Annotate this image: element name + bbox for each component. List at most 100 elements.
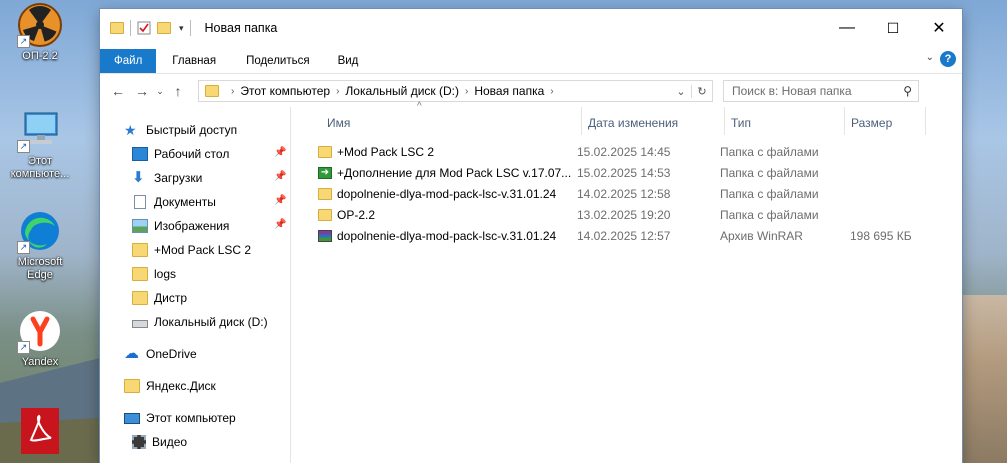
nav-item-pictures[interactable]: Изображения: [132, 215, 229, 237]
file-type: Архив WinRAR: [720, 229, 803, 243]
nav-item-mod-pack[interactable]: +Mod Pack LSC 2: [132, 239, 251, 261]
table-row[interactable]: dopolnenie-dlya-mod-pack-lsc-v.31.01.24 …: [310, 226, 912, 247]
tab-view[interactable]: Вид: [324, 49, 373, 73]
explorer-body: ★ Быстрый доступ Рабочий стол 📌 ⬇ Загруз…: [100, 101, 962, 463]
folder-icon: [132, 243, 148, 257]
ribbon-expand-icon[interactable]: ⌄: [926, 52, 934, 63]
chevron-right-icon[interactable]: ›: [465, 86, 468, 97]
close-button[interactable]: ✕: [916, 9, 962, 47]
nav-item-video[interactable]: Видео: [132, 431, 187, 453]
search-icon[interactable]: ⚲: [903, 84, 912, 98]
nav-item-label: Локальный диск (D:): [154, 315, 268, 329]
nav-item-quick-access[interactable]: ★ Быстрый доступ: [124, 119, 237, 141]
folder-icon: [205, 85, 219, 97]
desktop-icon-label: Этот компьюте...: [10, 155, 70, 180]
nav-item-downloads[interactable]: ⬇ Загрузки: [132, 167, 202, 189]
pin-icon[interactable]: 📌: [274, 171, 286, 182]
breadcrumb-this-pc[interactable]: Этот компьютер: [240, 84, 330, 98]
divider: [189, 20, 191, 36]
tab-share[interactable]: Поделиться: [232, 49, 324, 73]
nav-item-this-pc[interactable]: Этот компьютер: [124, 407, 236, 429]
table-row[interactable]: OP-2.2 13.02.2025 19:20 Папка с файлами: [310, 205, 910, 226]
onedrive-icon: ☁: [124, 345, 139, 362]
properties-check-icon[interactable]: [137, 21, 151, 35]
pin-icon[interactable]: 📌: [274, 219, 286, 230]
nav-item-label: +Mod Pack LSC 2: [154, 243, 252, 257]
divider: [130, 20, 131, 36]
star-icon: ★: [124, 122, 137, 138]
nav-item-label: Видео: [152, 435, 188, 449]
new-folder-icon[interactable]: [157, 22, 171, 34]
up-arrow-icon[interactable]: ↑: [166, 83, 190, 99]
pin-icon[interactable]: 📌: [274, 195, 286, 206]
file-date: 15.02.2025 14:53: [577, 166, 671, 180]
table-row[interactable]: dopolnenie-dlya-mod-pack-lsc-v.31.01.24 …: [310, 184, 910, 205]
ribbon-tabs: Файл Главная Поделиться Вид ⌄ ?: [100, 47, 962, 74]
minimize-button[interactable]: —: [824, 9, 870, 47]
desktop-icon-label: Microsoft Edge: [17, 256, 63, 281]
refresh-icon[interactable]: ↻: [691, 84, 712, 98]
nav-item-label: Этот компьютер: [146, 411, 236, 425]
nav-item-logs[interactable]: logs: [132, 263, 176, 285]
nav-item-distr[interactable]: Дистр: [132, 287, 187, 309]
column-divider[interactable]: [925, 107, 926, 135]
help-button[interactable]: ?: [940, 51, 956, 67]
file-date: 14.02.2025 12:58: [577, 187, 671, 201]
desktop-city-photo: [962, 295, 1007, 463]
title-bar: ▾ Новая папка — ☐ ✕: [100, 9, 962, 47]
maximize-button[interactable]: ☐: [870, 9, 916, 47]
desktop-icon-op[interactable]: ↗ ОП-2.2: [4, 2, 76, 63]
nav-item-onedrive[interactable]: ☁ OneDrive: [124, 343, 197, 365]
nav-item-label: Изображения: [154, 219, 230, 233]
breadcrumb-drive-d[interactable]: Локальный диск (D:): [345, 84, 459, 98]
column-header-type[interactable]: Тип: [731, 107, 751, 139]
folder-icon: [318, 209, 332, 221]
shortcut-arrow-icon: ➜: [318, 167, 332, 179]
file-type: Папка с файлами: [720, 187, 819, 201]
breadcrumb-new-folder[interactable]: Новая папка: [474, 84, 544, 98]
nav-item-documents[interactable]: Документы: [132, 191, 216, 213]
recent-locations-icon[interactable]: ⌄: [154, 86, 166, 97]
file-name: +Дополнение для Mod Pack LSC v.17.07...: [337, 166, 572, 180]
desktop-icon-edge[interactable]: ↗ Microsoft Edge: [4, 208, 76, 282]
documents-icon: [134, 195, 146, 209]
address-row: ← → ⌄ ↑ › Этот компьютер › Локальный дис…: [100, 74, 962, 108]
column-divider[interactable]: [844, 107, 845, 135]
nav-item-drive-d[interactable]: Локальный диск (D:): [132, 311, 268, 333]
desktop-icon-label: ОП-2.2: [22, 50, 58, 62]
search-input[interactable]: Поиск в: Новая папка ⚲: [723, 80, 919, 102]
desktop-icon-pdf[interactable]: [4, 408, 76, 456]
pin-icon[interactable]: 📌: [274, 147, 286, 158]
desktop-icon-yandex[interactable]: ↗ Yandex: [4, 308, 76, 369]
chevron-right-icon[interactable]: ›: [336, 86, 339, 97]
file-date: 14.02.2025 12:57: [577, 229, 671, 243]
back-arrow-icon[interactable]: ←: [106, 83, 130, 99]
nav-item-label: Быстрый доступ: [146, 123, 238, 137]
nav-item-desktop[interactable]: Рабочий стол: [132, 143, 229, 165]
column-divider[interactable]: [724, 107, 725, 135]
desktop-icon-this-pc[interactable]: ↗ Этот компьюте...: [4, 107, 76, 181]
table-row[interactable]: +Mod Pack LSC 2 15.02.2025 14:45 Папка с…: [310, 142, 910, 163]
chevron-down-icon[interactable]: ▾: [179, 23, 184, 34]
file-name: dopolnenie-dlya-mod-pack-lsc-v.31.01.24: [337, 187, 557, 201]
address-dropdown-icon[interactable]: ⌄: [671, 85, 691, 98]
forward-arrow-icon[interactable]: →: [130, 83, 154, 99]
chevron-right-icon[interactable]: ›: [550, 86, 553, 97]
folder-icon: [318, 146, 332, 158]
table-row[interactable]: ➜ +Дополнение для Mod Pack LSC v.17.07..…: [310, 163, 910, 184]
column-header-name[interactable]: Имя: [327, 107, 350, 139]
tab-file[interactable]: Файл: [100, 49, 157, 73]
column-header-size[interactable]: Размер: [851, 107, 892, 139]
file-type: Папка с файлами: [720, 166, 819, 180]
desktop-icon: [132, 147, 148, 161]
chevron-right-icon[interactable]: ›: [231, 86, 234, 97]
nav-item-yandex-disk[interactable]: Яндекс.Диск: [124, 375, 216, 397]
tab-home[interactable]: Главная: [156, 49, 232, 73]
edge-icon: ↗: [17, 208, 63, 254]
search-placeholder: Поиск в: Новая папка: [732, 84, 852, 98]
folder-icon: [132, 267, 148, 281]
column-divider[interactable]: [581, 107, 582, 135]
address-bar[interactable]: › Этот компьютер › Локальный диск (D:) ›…: [198, 80, 713, 102]
column-header-date[interactable]: Дата изменения: [588, 107, 678, 139]
file-type: Папка с файлами: [720, 208, 819, 222]
